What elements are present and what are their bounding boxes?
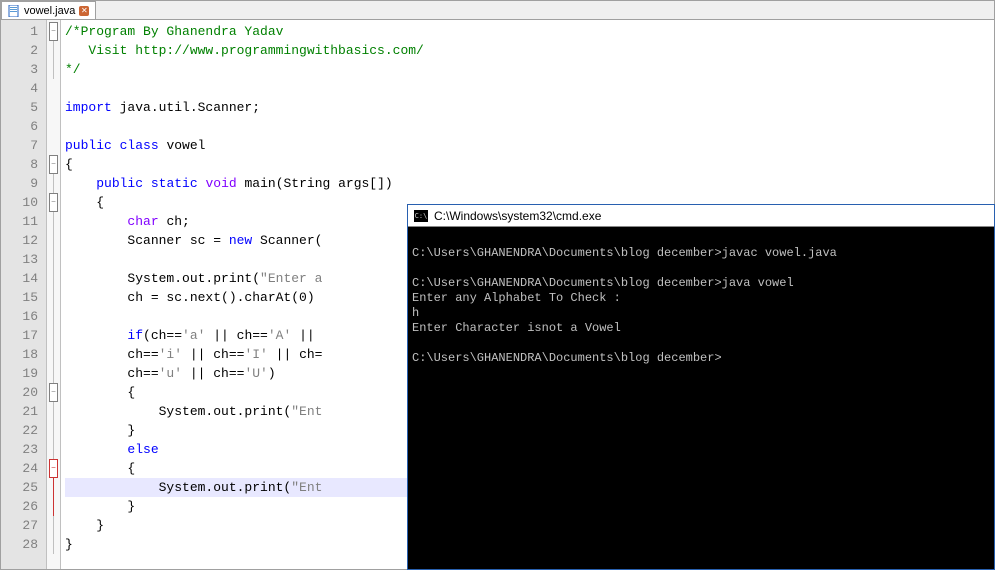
tab-filename: vowel.java: [24, 5, 75, 17]
fold-marker: [47, 60, 60, 79]
fold-marker: [47, 212, 60, 231]
fold-marker: [47, 41, 60, 60]
fold-marker: [47, 307, 60, 326]
code-line[interactable]: import java.util.Scanner;: [65, 98, 994, 117]
line-number: 19: [1, 364, 46, 383]
line-number: 27: [1, 516, 46, 535]
code-line[interactable]: [65, 79, 994, 98]
file-tab[interactable]: vowel.java ✕: [1, 1, 96, 19]
code-line[interactable]: [65, 117, 994, 136]
fold-marker: [47, 269, 60, 288]
fold-marker: [47, 364, 60, 383]
line-number: 12: [1, 231, 46, 250]
fold-marker: [47, 98, 60, 117]
line-number: 26: [1, 497, 46, 516]
file-icon: [8, 5, 20, 17]
fold-marker: [47, 79, 60, 98]
line-number: 28: [1, 535, 46, 554]
line-number: 13: [1, 250, 46, 269]
line-number: 5: [1, 98, 46, 117]
cmd-title-text: C:\Windows\system32\cmd.exe: [434, 209, 601, 223]
fold-marker: [47, 516, 60, 535]
line-number: 24: [1, 459, 46, 478]
line-number: 4: [1, 79, 46, 98]
fold-marker: [47, 326, 60, 345]
cmd-icon: C:\: [414, 210, 428, 222]
line-number: 11: [1, 212, 46, 231]
line-number: 2: [1, 41, 46, 60]
line-number: 25: [1, 478, 46, 497]
fold-column[interactable]: − − − − −: [47, 20, 61, 569]
line-number: 15: [1, 288, 46, 307]
line-number: 1: [1, 22, 46, 41]
cmd-titlebar[interactable]: C:\ C:\Windows\system32\cmd.exe: [408, 205, 994, 227]
line-number: 3: [1, 60, 46, 79]
line-number: 21: [1, 402, 46, 421]
line-number: 20: [1, 383, 46, 402]
fold-marker: [47, 250, 60, 269]
fold-marker: [47, 136, 60, 155]
line-number: 22: [1, 421, 46, 440]
cmd-output: C:\Users\GHANENDRA\Documents\blog decemb…: [408, 227, 994, 569]
line-number: 23: [1, 440, 46, 459]
fold-marker: [47, 497, 60, 516]
line-number: 10: [1, 193, 46, 212]
fold-marker[interactable]: −: [47, 22, 60, 41]
code-line[interactable]: public static void main(String args[]): [65, 174, 994, 193]
fold-marker: [47, 402, 60, 421]
fold-marker: [47, 174, 60, 193]
line-number: 18: [1, 345, 46, 364]
code-line[interactable]: public class vowel: [65, 136, 994, 155]
fold-marker[interactable]: −: [47, 383, 60, 402]
line-number: 7: [1, 136, 46, 155]
fold-marker[interactable]: −: [47, 193, 60, 212]
tab-bar: vowel.java ✕: [1, 1, 994, 20]
fold-marker: [47, 440, 60, 459]
fold-marker: [47, 288, 60, 307]
line-number: 6: [1, 117, 46, 136]
fold-marker: [47, 478, 60, 497]
line-number: 17: [1, 326, 46, 345]
fold-marker[interactable]: −: [47, 155, 60, 174]
line-number: 14: [1, 269, 46, 288]
close-tab-icon[interactable]: ✕: [79, 6, 89, 16]
fold-marker: [47, 117, 60, 136]
fold-marker: [47, 231, 60, 250]
code-line[interactable]: {: [65, 155, 994, 174]
line-number-gutter: 1234567891011121314151617181920212223242…: [1, 20, 47, 569]
code-line[interactable]: */: [65, 60, 994, 79]
line-number: 16: [1, 307, 46, 326]
line-number: 8: [1, 155, 46, 174]
line-number: 9: [1, 174, 46, 193]
fold-marker[interactable]: −: [47, 459, 60, 478]
code-line[interactable]: Visit http://www.programmingwithbasics.c…: [65, 41, 994, 60]
fold-marker: [47, 345, 60, 364]
fold-marker: [47, 421, 60, 440]
code-line[interactable]: /*Program By Ghanendra Yadav: [65, 22, 994, 41]
fold-marker: [47, 535, 60, 554]
cmd-window[interactable]: C:\ C:\Windows\system32\cmd.exe C:\Users…: [407, 204, 995, 570]
